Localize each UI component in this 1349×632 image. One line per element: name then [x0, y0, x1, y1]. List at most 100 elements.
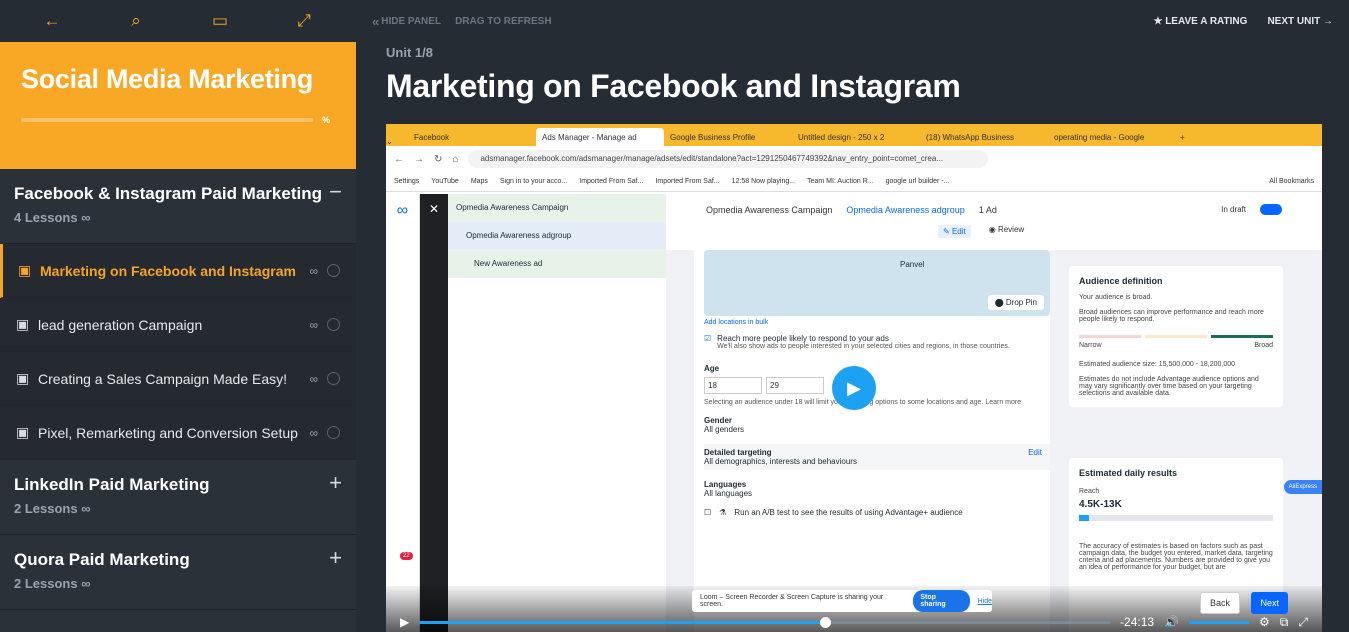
address-bar[interactable]: adsmanager.facebook.com/adsmanager/manag… — [468, 150, 989, 168]
age-label: Age — [704, 364, 720, 373]
breadcrumb-adgroup[interactable]: Opmedia Awareness adgroup — [846, 205, 964, 215]
section-title: Facebook & Instagram Paid Marketing — [14, 184, 322, 203]
map-city-label: Panvel — [900, 260, 925, 269]
flask-icon: ⚗ — [719, 508, 727, 517]
infinity-icon: ∞ — [81, 576, 91, 591]
browser-tab[interactable]: operating media - Google — [1048, 128, 1176, 146]
age-max-select[interactable]: 29 — [766, 377, 824, 394]
collapse-icon[interactable]: − — [329, 179, 342, 205]
next-button[interactable]: Next — [1251, 592, 1288, 614]
add-locations-link[interactable]: Add locations in bulk — [704, 319, 1050, 326]
video-icon: ▣ — [16, 370, 30, 386]
completion-circle[interactable] — [327, 372, 340, 385]
volume-slider[interactable] — [1189, 620, 1250, 624]
aliexpress-tab[interactable]: AliExpress — [1283, 480, 1322, 494]
new-tab-icon[interactable]: + — [1176, 129, 1189, 146]
back-button[interactable]: Back — [1199, 592, 1240, 614]
search-icon[interactable]: ⌕ — [124, 11, 148, 31]
tree-adgroup[interactable]: Opmedia Awareness adgroup — [448, 222, 666, 250]
gender-label: Gender — [704, 416, 733, 425]
close-icon[interactable]: ✕ — [420, 202, 448, 216]
lesson-item[interactable]: ▣ Creating a Sales Campaign Made Easy! ∞ — [0, 352, 356, 406]
course-header: Social Media Marketing % — [0, 42, 356, 169]
age-min-select[interactable]: 18 — [704, 377, 762, 394]
section-linkedin[interactable]: LinkedIn Paid Marketing 2 Lessons ∞ + — [0, 460, 356, 535]
tree-campaign[interactable]: Opmedia Awareness Campaign — [448, 194, 666, 222]
broad-label: Broad — [1254, 342, 1273, 349]
leave-rating-button[interactable]: ★ LEAVE A RATING — [1153, 16, 1247, 27]
bookmark[interactable]: Imported From Saf... — [579, 178, 643, 185]
lesson-item[interactable]: ▣ lead generation Campaign ∞ — [0, 298, 356, 352]
narrow-label: Narrow — [1079, 342, 1102, 349]
hide-notice-link[interactable]: Hide — [978, 598, 992, 605]
lesson-title: lead generation Campaign — [38, 316, 203, 333]
checkbox-icon[interactable]: ☐ — [704, 508, 711, 517]
expand-section-icon[interactable]: + — [329, 470, 342, 496]
drag-refresh-label: DRAG TO REFRESH — [455, 15, 552, 27]
popout-icon[interactable]: ⧉ — [1280, 615, 1289, 630]
browser-tab[interactable]: Facebook — [408, 128, 536, 146]
play-icon[interactable]: ▶ — [832, 366, 876, 410]
volume-icon[interactable]: 🔊 — [1164, 615, 1179, 629]
bookmark[interactable]: Sign in to your acco... — [500, 178, 567, 185]
completion-circle[interactable] — [327, 318, 340, 331]
home-icon[interactable]: ⌂ — [452, 154, 458, 165]
stop-sharing-button[interactable]: Stop sharing — [913, 590, 970, 612]
unit-label: Unit 1/8 — [386, 45, 433, 60]
seek-handle[interactable] — [819, 616, 831, 628]
edit-tab[interactable]: ✎ Edit — [938, 225, 971, 238]
bookmark[interactable]: google url builder -... — [886, 178, 950, 185]
bookmark[interactable]: Imported From Saf... — [655, 178, 719, 185]
reload-icon[interactable]: ↻ — [434, 154, 442, 165]
checkbox-checked-icon[interactable]: ☑ — [704, 334, 711, 350]
detailed-label: Detailed targeting — [704, 448, 772, 457]
bookmark[interactable]: Settings — [394, 178, 419, 185]
time-remaining: -24:13 — [1120, 615, 1155, 629]
bookmark[interactable]: YouTube — [431, 178, 459, 185]
section-facebook-instagram[interactable]: Facebook & Instagram Paid Marketing 4 Le… — [0, 169, 356, 244]
lesson-item[interactable]: ▣ Marketing on Facebook and Instagram ∞ — [0, 244, 356, 298]
drop-pin-button[interactable]: ⬤ Drop Pin — [987, 295, 1044, 310]
bookmark[interactable]: 12:58 Now playing... — [732, 178, 795, 185]
settings-icon[interactable]: ⚙ — [1259, 615, 1270, 629]
forward-icon[interactable]: → — [414, 154, 424, 165]
age-note: Selecting an audience under 18 will limi… — [704, 399, 1022, 406]
section-quora[interactable]: Quora Paid Marketing 2 Lessons ∞ + — [0, 535, 356, 610]
reach-more-sub: We'll also show ads to people interested… — [717, 343, 1010, 350]
completion-circle[interactable] — [327, 426, 340, 439]
section-title: Quora Paid Marketing — [14, 550, 190, 569]
back-arrow-icon[interactable]: ← — [40, 11, 64, 31]
bookmark[interactable]: Team MI: Auction R... — [807, 178, 874, 185]
bookmark[interactable]: Maps — [471, 178, 488, 185]
expand-icon[interactable]: ⤢ — [292, 11, 316, 31]
hide-panel-icon[interactable]: « — [372, 14, 379, 29]
review-tab[interactable]: ◉ Review — [989, 225, 1024, 238]
comment-icon[interactable]: ▭ — [208, 11, 232, 31]
tree-ad[interactable]: New Awareness ad — [448, 250, 666, 278]
draft-status: In draft — [1221, 205, 1246, 214]
video-player[interactable]: ⌄ Facebook Ads Manager - Manage ad Googl… — [386, 124, 1322, 632]
play-icon[interactable]: ▶ — [400, 615, 409, 629]
browser-tab-active[interactable]: Ads Manager - Manage ad — [536, 128, 664, 146]
breadcrumb-campaign[interactable]: Opmedia Awareness Campaign — [706, 205, 832, 215]
tab-menu-icon[interactable]: ⌄ — [386, 137, 408, 146]
browser-tab[interactable]: Google Business Profile — [664, 128, 792, 146]
reach-label: Reach — [1079, 488, 1100, 495]
fullscreen-icon[interactable]: ⤢ — [1298, 615, 1308, 630]
browser-tab[interactable]: Untitled design - 250 x 2 — [792, 128, 920, 146]
back-icon[interactable]: ← — [394, 154, 404, 165]
next-unit-button[interactable]: NEXT UNIT → — [1267, 16, 1333, 27]
lesson-item[interactable]: ▣ Pixel, Remarketing and Conversion Setu… — [0, 406, 356, 460]
expand-section-icon[interactable]: + — [329, 545, 342, 571]
detailed-edit-link[interactable]: Edit — [1028, 448, 1042, 457]
breadcrumb-ad[interactable]: 1 Ad — [979, 205, 997, 215]
location-map[interactable]: Panvel ⬤ Drop Pin — [704, 250, 1050, 316]
bookmark[interactable]: All Bookmarks — [1269, 178, 1314, 185]
video-icon: ▣ — [16, 424, 30, 440]
browser-tab[interactable]: (18) WhatsApp Business — [920, 128, 1048, 146]
completion-circle[interactable] — [327, 264, 340, 277]
draft-toggle[interactable] — [1260, 204, 1282, 215]
seek-bar[interactable] — [419, 616, 1111, 628]
daily-title: Estimated daily results — [1079, 468, 1178, 478]
hide-panel-button[interactable]: HIDE PANEL — [381, 16, 441, 27]
